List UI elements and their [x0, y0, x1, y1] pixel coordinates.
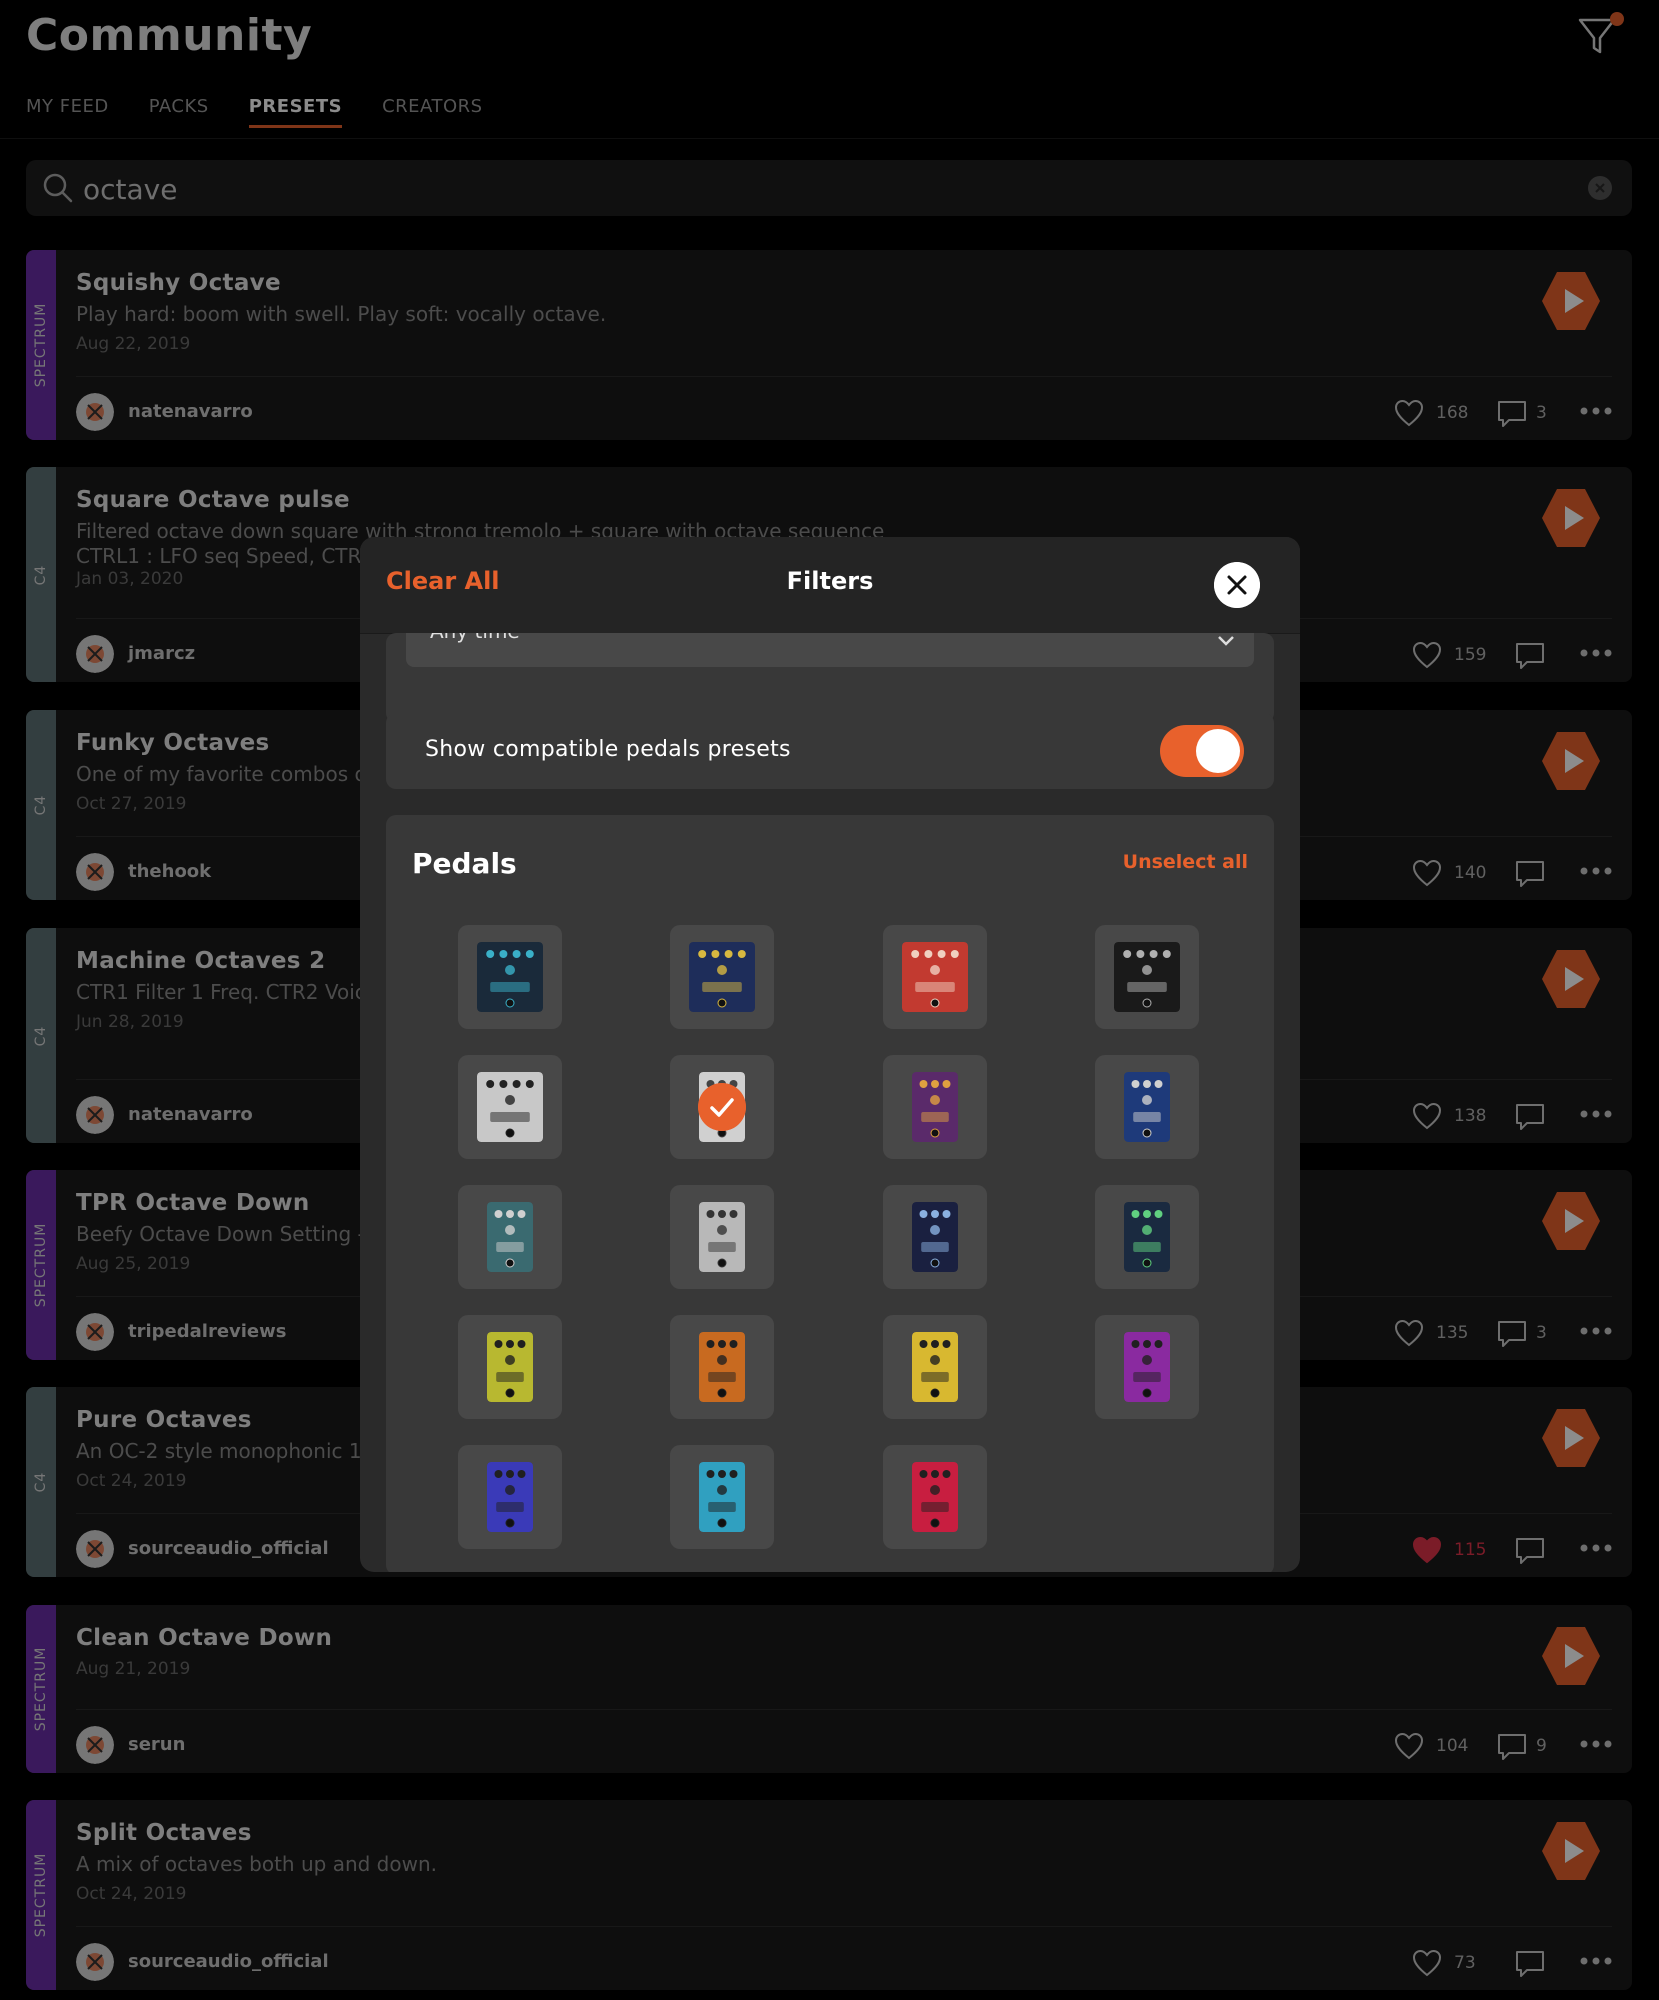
close-icon[interactable] — [1214, 562, 1260, 608]
pedal-image — [487, 1202, 533, 1272]
modal-title: Filters — [786, 567, 874, 595]
pedal-tile-16[interactable] — [1095, 1315, 1199, 1419]
pedal-image — [912, 1072, 958, 1142]
pedal-tile-4[interactable] — [1095, 925, 1199, 1029]
compatible-section: Show compatible pedals presets — [386, 713, 1274, 789]
compatible-label: Show compatible pedals presets — [425, 737, 791, 762]
pedal-tile-14[interactable] — [670, 1315, 774, 1419]
pedal-image — [912, 1332, 958, 1402]
pedal-tile-8[interactable] — [1095, 1055, 1199, 1159]
pedal-tile-2[interactable] — [670, 925, 774, 1029]
pedal-image — [699, 1202, 745, 1272]
pedal-tile-1[interactable] — [458, 925, 562, 1029]
pedal-tile-17[interactable] — [458, 1445, 562, 1549]
pedal-image — [1124, 1332, 1170, 1402]
pedal-image — [1114, 942, 1180, 1012]
modal-header: Clear All Filters — [360, 537, 1300, 634]
pedal-tile-10[interactable] — [670, 1185, 774, 1289]
pedal-image — [902, 942, 968, 1012]
pedal-image — [477, 1072, 543, 1142]
pedal-tile-13[interactable] — [458, 1315, 562, 1419]
pedal-image — [487, 1462, 533, 1532]
pedal-tile-7[interactable] — [883, 1055, 987, 1159]
time-dropdown[interactable]: Any time — [406, 633, 1254, 667]
pedal-tile-9[interactable] — [458, 1185, 562, 1289]
unselect-all-button[interactable]: Unselect all — [1123, 851, 1248, 873]
time-filter-section: Any time — [386, 633, 1274, 723]
pedals-title: Pedals — [412, 847, 517, 880]
filters-modal: Clear All Filters Any time Show compatib… — [360, 537, 1300, 1572]
pedal-tile-3[interactable] — [883, 925, 987, 1029]
checkmark-icon — [698, 1083, 746, 1131]
pedal-image — [477, 942, 543, 1012]
pedal-image — [689, 942, 755, 1012]
pedal-tile-5[interactable] — [458, 1055, 562, 1159]
pedal-image — [1124, 1202, 1170, 1272]
time-dropdown-value: Any time — [430, 633, 520, 643]
compatible-toggle[interactable] — [1160, 725, 1244, 777]
pedal-image — [912, 1462, 958, 1532]
chevron-down-icon — [1218, 636, 1234, 646]
pedal-tile-15[interactable] — [883, 1315, 987, 1419]
pedal-tile-12[interactable] — [1095, 1185, 1199, 1289]
pedal-image — [487, 1332, 533, 1402]
pedal-tile-6[interactable] — [670, 1055, 774, 1159]
pedal-tile-18[interactable] — [670, 1445, 774, 1549]
pedal-image — [699, 1462, 745, 1532]
pedal-tile-11[interactable] — [883, 1185, 987, 1289]
pedal-image — [1124, 1072, 1170, 1142]
pedal-tile-19[interactable] — [883, 1445, 987, 1549]
toggle-knob — [1196, 729, 1240, 773]
pedal-image — [912, 1202, 958, 1272]
pedals-section: Pedals Unselect all — [386, 815, 1274, 1572]
pedal-image — [699, 1332, 745, 1402]
